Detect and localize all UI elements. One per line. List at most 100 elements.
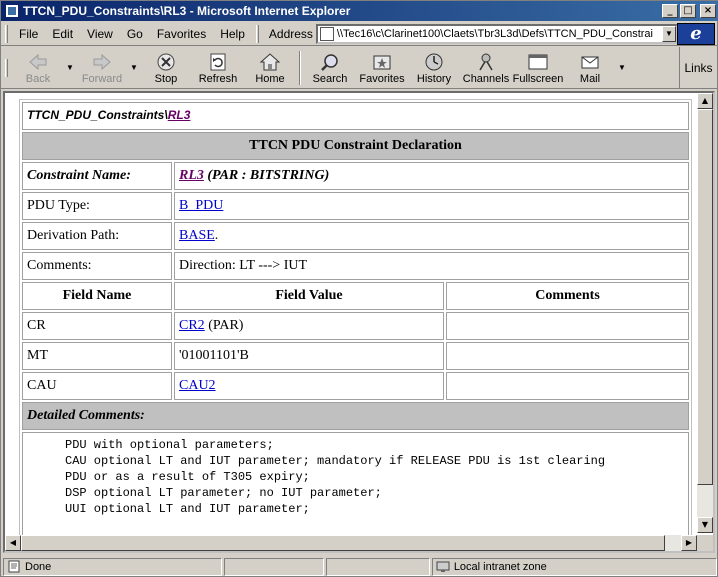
maximize-button[interactable]: □ — [680, 4, 696, 18]
toolbar: Back ▼ Forward ▼ Stop Refresh Home Searc… — [1, 47, 718, 89]
mail-icon — [581, 56, 599, 68]
forward-button[interactable]: Forward — [76, 48, 128, 88]
field-value-text: (PAR) — [204, 318, 244, 333]
forward-label: Forward — [81, 72, 123, 85]
channels-button[interactable]: Channels — [460, 48, 512, 88]
status-text: Done — [25, 560, 52, 573]
constraint-table: TTCN_PDU_Constraints\RL3 TTCN PDU Constr… — [19, 99, 692, 539]
menu-favorites[interactable]: Favorites — [150, 25, 213, 43]
derivation-path-cell: BASE. — [174, 222, 689, 250]
scroll-up-icon[interactable]: ▲ — [697, 93, 713, 109]
page-viewport: TTCN_PDU_Constraints\RL3 TTCN PDU Constr… — [3, 91, 715, 553]
fullscreen-label: Fullscreen — [512, 72, 564, 85]
menu-help[interactable]: Help — [213, 25, 252, 43]
search-label: Search — [312, 72, 348, 85]
breadcrumb-parent: TTCN_PDU_Constraints — [27, 108, 165, 122]
constraint-name-link[interactable]: RL3 — [179, 168, 204, 183]
ie-logo: e — [677, 23, 715, 45]
back-button[interactable]: Back — [12, 48, 64, 88]
history-button[interactable]: History — [408, 48, 460, 88]
column-header-field-name: Field Name — [22, 282, 172, 310]
menu-grip — [5, 24, 8, 43]
detailed-comments-cell: PDU with optional parameters; CAU option… — [22, 432, 689, 536]
column-header-field-value: Field Value — [174, 282, 444, 310]
links-button[interactable]: Links — [679, 47, 717, 89]
field-value-link[interactable]: CR2 — [179, 318, 205, 333]
pdu-type-cell: B_PDU — [174, 192, 689, 220]
address-input[interactable]: \\Tec16\c\Clarinet100\Claets\Tbr3L3d\Def… — [315, 23, 678, 44]
field-value-link[interactable]: CAU2 — [179, 378, 216, 393]
ie-page-icon — [5, 4, 19, 18]
field-value: CAU2 — [174, 372, 444, 400]
history-icon — [425, 53, 443, 70]
scroll-left-icon[interactable]: ◀ — [5, 535, 21, 551]
field-comment — [446, 312, 689, 340]
home-button[interactable]: Home — [244, 48, 296, 88]
refresh-button[interactable]: Refresh — [192, 48, 244, 88]
detailed-comments-text: PDU with optional parameters; CAU option… — [65, 438, 606, 516]
table-heading: TTCN PDU Constraint Declaration — [22, 132, 689, 160]
horizontal-scroll-thumb[interactable] — [21, 535, 665, 551]
scroll-right-icon[interactable]: ▶ — [681, 535, 697, 551]
forward-dropdown-icon[interactable]: ▼ — [128, 48, 140, 88]
derivation-path-label: Derivation Path: — [22, 222, 172, 250]
home-label: Home — [255, 72, 285, 85]
page-content: TTCN_PDU_Constraints\RL3 TTCN PDU Constr… — [19, 99, 692, 539]
table-row: CR CR2 (PAR) — [22, 312, 689, 340]
zone-text: Local intranet zone — [453, 560, 547, 573]
scrollbar-corner — [697, 535, 713, 551]
intranet-zone-icon — [436, 561, 450, 572]
toolbar-separator — [299, 50, 301, 85]
scroll-down-icon[interactable]: ▼ — [697, 517, 713, 533]
address-value[interactable]: \\Tec16\c\Clarinet100\Claets\Tbr3L3d\Def… — [337, 28, 662, 40]
column-header-comments: Comments — [446, 282, 689, 310]
comments-value: Direction: LT ---> IUT — [174, 252, 689, 280]
toolbar-grip — [5, 58, 8, 77]
stop-button[interactable]: Stop — [140, 48, 192, 88]
field-name: CAU — [22, 372, 172, 400]
table-row: CAU CAU2 — [22, 372, 689, 400]
page-done-icon — [8, 560, 20, 573]
refresh-icon — [210, 53, 226, 70]
address-bar: Address \\Tec16\c\Clarinet100\Claets\Tbr… — [268, 23, 678, 44]
vertical-scrollbar[interactable]: ▲ ▼ — [697, 93, 713, 533]
mail-dropdown-icon[interactable]: ▼ — [616, 48, 628, 88]
menu-edit[interactable]: Edit — [45, 25, 80, 43]
pdu-type-link[interactable]: B_PDU — [179, 198, 223, 213]
favorites-button[interactable]: Favorites — [356, 48, 408, 88]
fullscreen-button[interactable]: Fullscreen — [512, 48, 564, 88]
field-value-text: '01001101'B — [179, 348, 249, 363]
window-title: TTCN_PDU_Constraints\RL3 - Microsoft Int… — [23, 4, 351, 18]
menu-go[interactable]: Go — [120, 25, 150, 43]
vertical-scroll-thumb[interactable] — [697, 109, 713, 485]
menu-view[interactable]: View — [80, 25, 120, 43]
mail-button[interactable]: Mail — [564, 48, 616, 88]
search-icon — [321, 53, 338, 71]
stop-icon — [157, 53, 175, 70]
field-comment — [446, 342, 689, 370]
minimize-button[interactable]: _ — [662, 4, 678, 18]
derivation-path-link[interactable]: BASE — [179, 228, 215, 243]
address-dropdown-icon[interactable]: ▼ — [661, 25, 676, 42]
history-label: History — [416, 72, 452, 85]
status-bar: Done Local intranet zone — [1, 556, 718, 577]
field-name: CR — [22, 312, 172, 340]
constraint-type: (PAR : BITSTRING) — [203, 168, 330, 183]
pdu-type-label: PDU Type: — [22, 192, 172, 220]
search-button[interactable]: Search — [304, 48, 356, 88]
back-dropdown-icon[interactable]: ▼ — [64, 48, 76, 88]
breadcrumb-current-link[interactable]: RL3 — [168, 108, 191, 122]
favorites-icon — [373, 55, 391, 69]
menu-file[interactable]: File — [12, 25, 45, 43]
derivation-path-suffix: . — [214, 228, 219, 243]
breadcrumb: TTCN_PDU_Constraints\RL3 — [22, 102, 689, 130]
home-icon — [259, 52, 281, 70]
close-button[interactable]: × — [700, 4, 716, 18]
horizontal-scrollbar[interactable]: ◀ ▶ — [5, 535, 697, 551]
menu-bar: File Edit View Go Favorites Help Address… — [1, 22, 718, 46]
favorites-label: Favorites — [359, 72, 405, 85]
stop-label: Stop — [154, 72, 178, 85]
forward-arrow-icon — [93, 53, 111, 70]
address-label: Address — [268, 26, 313, 41]
back-arrow-icon — [29, 53, 47, 70]
